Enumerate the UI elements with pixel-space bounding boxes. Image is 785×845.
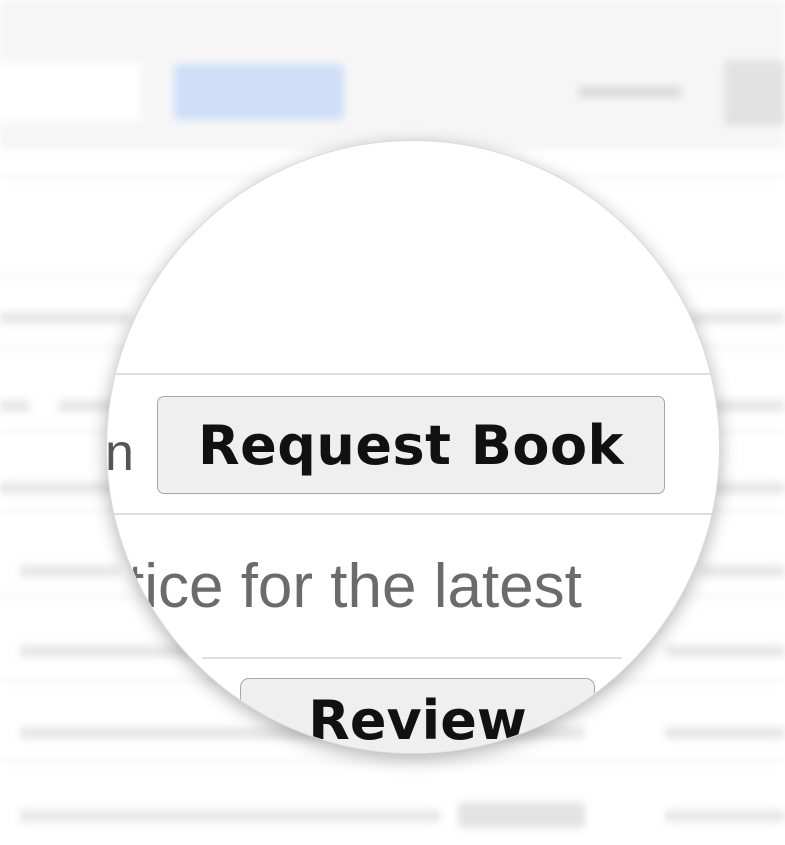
list-item-text (20, 565, 120, 577)
list-item-text (20, 810, 440, 822)
list-item-button[interactable] (458, 802, 585, 828)
row-divider (107, 373, 719, 375)
list-item-text (665, 727, 785, 739)
row-divider (202, 657, 622, 659)
list-item-text (665, 645, 785, 657)
primary-nav-button[interactable] (174, 64, 344, 120)
list-item-text (690, 312, 785, 324)
notice-text: tice for the latest (127, 552, 582, 621)
header-right-button[interactable] (724, 60, 785, 126)
list-item-text (0, 482, 115, 494)
divider (0, 760, 785, 762)
list-item-text (0, 312, 130, 324)
list-item-text (715, 400, 785, 412)
truncated-text-fragment: n (106, 424, 134, 482)
list-item-text (20, 645, 190, 657)
header-text-placeholder (578, 86, 682, 98)
header-logo-area (0, 62, 140, 122)
review-button[interactable]: Review (240, 678, 595, 753)
list-item-text (700, 565, 785, 577)
request-book-button[interactable]: Request Book (157, 396, 665, 494)
list-item-text (0, 400, 30, 412)
list-item-text (715, 482, 785, 494)
row-divider (107, 513, 719, 515)
list-item-text (665, 810, 785, 822)
magnifier-lens: n Request Book tice for the latest Revie… (106, 140, 720, 754)
